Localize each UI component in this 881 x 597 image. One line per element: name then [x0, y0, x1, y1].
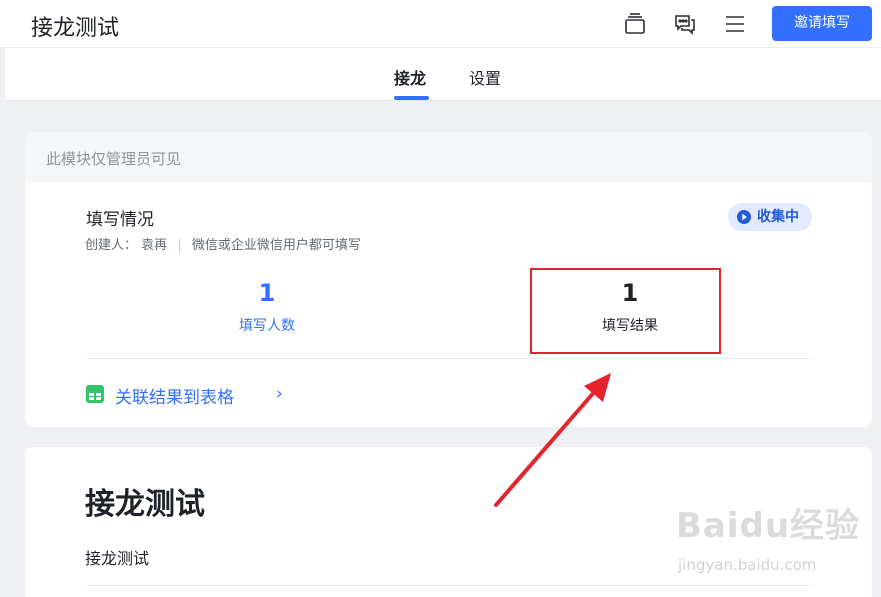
creator-name: 袁再 — [141, 238, 168, 253]
annotation-highlight-box — [530, 268, 721, 354]
filler-count-value[interactable]: 1 — [207, 279, 327, 307]
stats-divider — [85, 358, 812, 359]
top-bar: 接龙测试 邀请填写 — [0, 0, 881, 48]
fill-status-title: 填写情况 — [86, 210, 154, 230]
spreadsheet-icon — [86, 385, 104, 403]
active-tab-indicator — [394, 96, 429, 100]
link-results-label[interactable]: 关联结果到表格 — [115, 383, 234, 408]
admin-notice: 此模块仅管理员可见 — [25, 132, 872, 182]
collecting-status-badge[interactable]: 收集中 — [728, 203, 812, 231]
fill-scope: 微信或企业微信用户都可填写 — [191, 238, 361, 253]
creator-label: 创建人： — [85, 238, 138, 253]
menu-icon[interactable] — [723, 12, 747, 36]
filler-count-label[interactable]: 填写人数 — [207, 315, 327, 335]
play-circle-icon — [737, 210, 751, 224]
app-title: 接龙测试 — [31, 16, 120, 41]
relay-description: 接龙测试 — [85, 549, 150, 568]
watermark-url: jingyan.baidu.com — [678, 556, 817, 574]
watermark-logo: Baidu经验 — [676, 506, 861, 546]
creator-meta: 创建人： 袁再 | 微信或企业微信用户都可填写 — [85, 234, 361, 253]
meta-separator: | — [177, 238, 182, 253]
status-text: 收集中 — [757, 209, 799, 225]
invite-button[interactable]: 邀请填写 — [772, 6, 872, 41]
window-stack-icon[interactable] — [623, 12, 647, 36]
tab-bar: 接龙 设置 — [5, 48, 881, 101]
content-divider — [85, 585, 812, 586]
admin-stats-card: 此模块仅管理员可见 填写情况 创建人： 袁再 | 微信或企业微信用户都可填写 收… — [25, 132, 872, 427]
tab-relay[interactable]: 接龙 — [394, 65, 426, 89]
admin-notice-text: 此模块仅管理员可见 — [46, 150, 182, 168]
chevron-right-icon: › — [276, 384, 283, 404]
chat-bubbles-icon[interactable] — [673, 12, 697, 36]
relay-title: 接龙测试 — [85, 487, 205, 522]
baidu-watermark: Baidu经验 jingyan.baidu.com — [676, 498, 876, 583]
tab-settings[interactable]: 设置 — [469, 65, 501, 89]
